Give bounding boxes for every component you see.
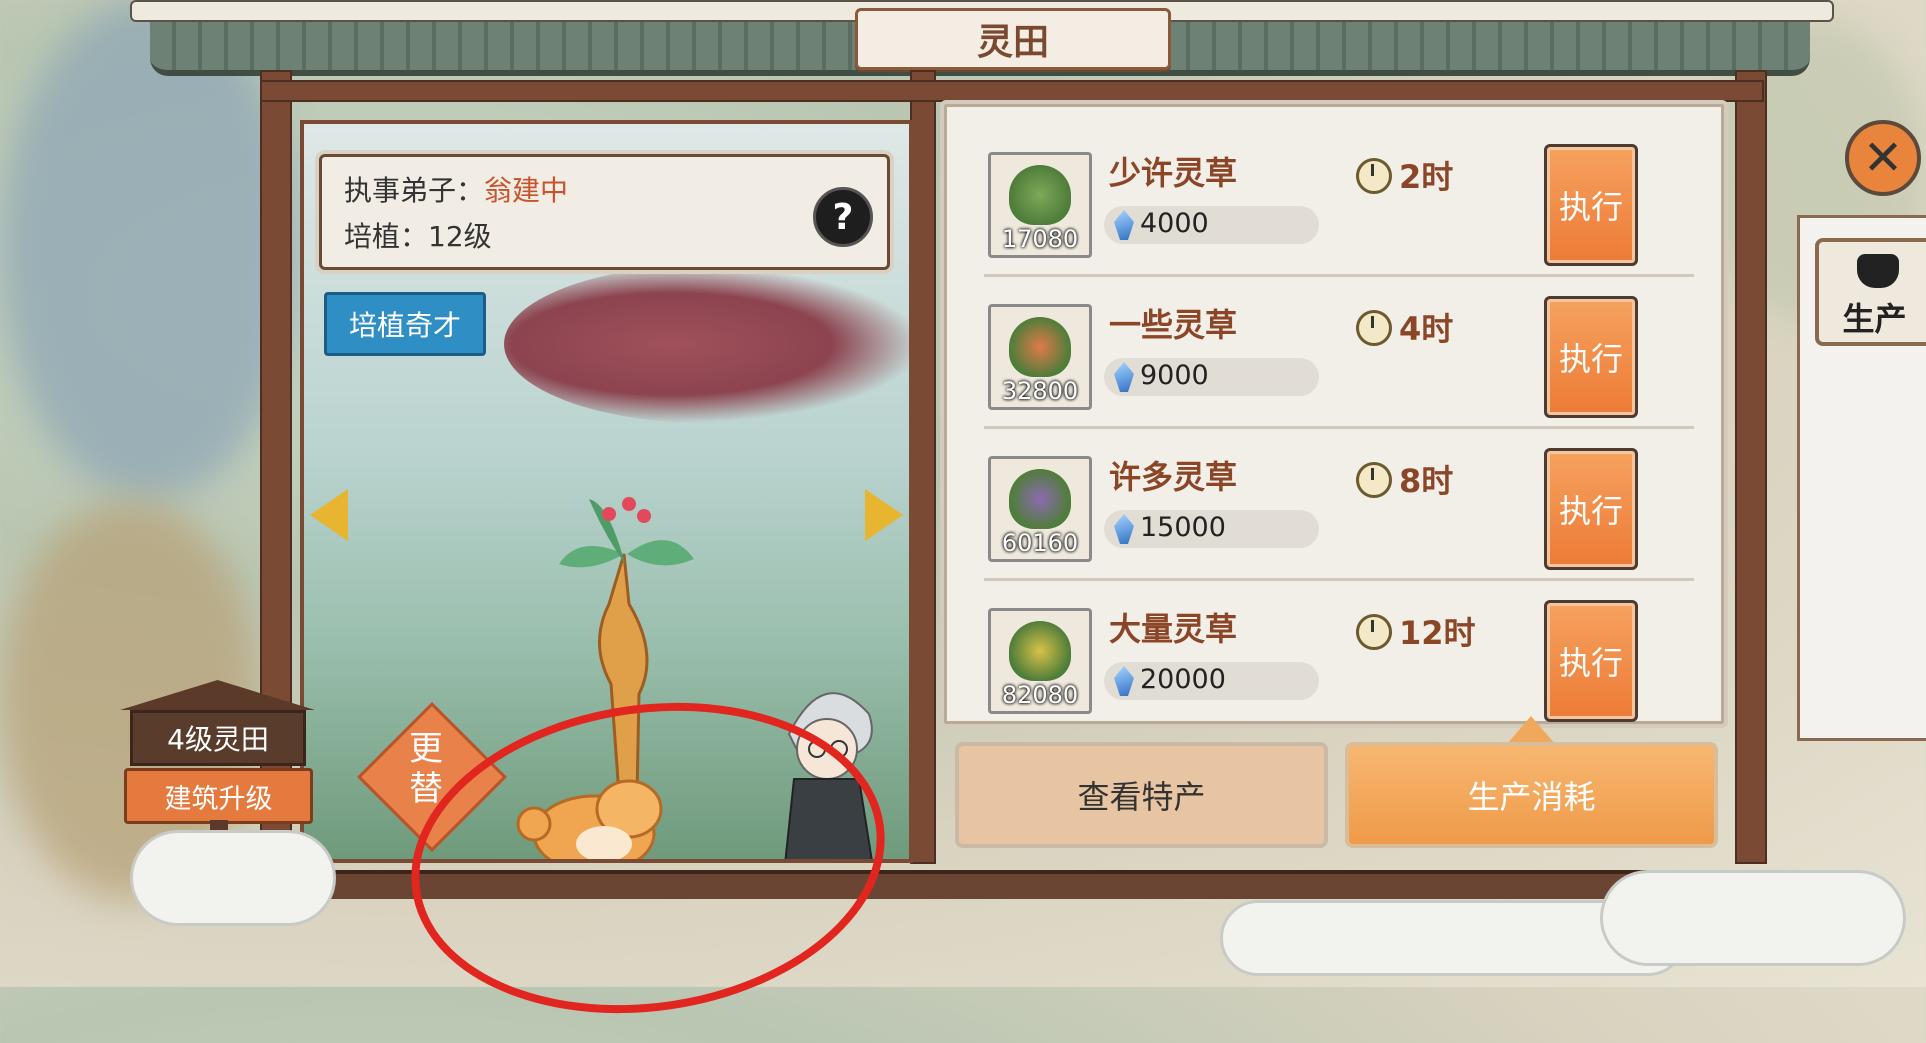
production-side-tab[interactable]: 生产 — [1815, 238, 1926, 346]
duration: 12时 — [1399, 614, 1476, 652]
production-list: 17080 少许灵草 4000 2时 执行 32800 一些灵草 9000 4时… — [940, 100, 1728, 728]
top-beam — [260, 80, 1764, 102]
cost-pill: 20000 — [1104, 662, 1319, 700]
signpost-roof — [120, 680, 315, 710]
herb-count: 17080 — [1001, 225, 1079, 253]
herb-thumbnail: 82080 — [988, 608, 1092, 714]
duration: 4时 — [1399, 310, 1454, 348]
close-button[interactable]: ✕ — [1845, 120, 1921, 196]
talent-button[interactable]: 培植奇才 — [324, 292, 486, 356]
help-button[interactable]: ? — [813, 187, 873, 247]
cultivate-level: 12级 — [428, 220, 492, 253]
clock-icon — [1356, 462, 1392, 498]
spirit-stone-icon — [1114, 514, 1134, 544]
production-row: 60160 许多灵草 15000 8时 执行 — [984, 438, 1694, 581]
clock-icon — [1356, 614, 1392, 650]
herb-count: 82080 — [1001, 681, 1079, 709]
cost-pill: 15000 — [1104, 510, 1319, 548]
tree-canopy — [504, 264, 909, 424]
side-tab-label: 生产 — [1842, 300, 1907, 338]
cost-value: 4000 — [1140, 208, 1209, 239]
previous-arrow-icon[interactable] — [310, 489, 348, 541]
execute-button[interactable]: 执行 — [1544, 448, 1638, 570]
pillar-right — [1735, 70, 1767, 864]
clock-icon — [1356, 158, 1392, 194]
execute-button[interactable]: 执行 — [1544, 600, 1638, 722]
next-arrow-icon[interactable] — [865, 489, 903, 541]
clock-icon — [1356, 310, 1392, 346]
cost-value: 9000 — [1140, 360, 1209, 391]
herb-count: 32800 — [1001, 377, 1079, 405]
herb-count: 60160 — [1001, 529, 1079, 557]
pot-icon — [1857, 254, 1899, 288]
cloud-decoration — [130, 830, 336, 926]
spirit-stone-icon — [1114, 210, 1134, 240]
duration: 8时 — [1399, 462, 1454, 500]
herb-name: 一些灵草 — [1109, 306, 1238, 344]
production-row: 82080 大量灵草 20000 12时 执行 — [984, 590, 1694, 730]
disciple-label: 执事弟子： — [344, 174, 485, 207]
disciple-name: 翁建中 — [484, 174, 569, 207]
herb-icon — [1009, 165, 1071, 225]
execute-button[interactable]: 执行 — [1544, 144, 1638, 266]
herb-icon — [1009, 317, 1071, 377]
cloud-decoration — [1600, 870, 1906, 966]
production-row: 17080 少许灵草 4000 2时 执行 — [984, 134, 1694, 277]
page-title: 灵田 — [855, 8, 1171, 70]
active-tab-pointer — [1507, 716, 1555, 744]
cost-pill: 9000 — [1104, 358, 1319, 396]
cost-value: 15000 — [1140, 512, 1226, 543]
cultivate-line: 培植：12级 — [344, 215, 492, 255]
production-consume-button[interactable]: 生产消耗 — [1345, 742, 1718, 848]
view-specialty-button[interactable]: 查看特产 — [955, 742, 1328, 848]
herb-name: 少许灵草 — [1109, 154, 1238, 192]
disciple-line: 执事弟子：翁建中 — [344, 169, 568, 209]
production-row: 32800 一些灵草 9000 4时 执行 — [984, 286, 1694, 429]
pillar-middle — [910, 70, 936, 864]
spirit-stone-icon — [1114, 666, 1134, 696]
herb-name: 许多灵草 — [1109, 458, 1238, 496]
cultivate-label: 培植： — [344, 220, 429, 253]
replace-button-label: 更替 — [409, 729, 443, 809]
cost-value: 20000 — [1140, 664, 1226, 695]
duration: 2时 — [1399, 158, 1454, 196]
herb-icon — [1009, 621, 1071, 681]
spirit-stone-icon — [1114, 362, 1134, 392]
field-level-label: 4级灵田 — [130, 710, 306, 766]
execute-button[interactable]: 执行 — [1544, 296, 1638, 418]
building-upgrade-button[interactable]: 建筑升级 — [124, 768, 313, 824]
herb-icon — [1009, 469, 1071, 529]
herb-name: 大量灵草 — [1109, 610, 1238, 648]
herb-thumbnail: 32800 — [988, 304, 1092, 410]
herb-thumbnail: 60160 — [988, 456, 1092, 562]
cost-pill: 4000 — [1104, 206, 1319, 244]
field-level-signpost: 4级灵田 建筑升级 — [120, 680, 315, 900]
herb-thumbnail: 17080 — [988, 152, 1092, 258]
info-card: 执事弟子：翁建中 培植：12级 ? — [319, 154, 890, 270]
